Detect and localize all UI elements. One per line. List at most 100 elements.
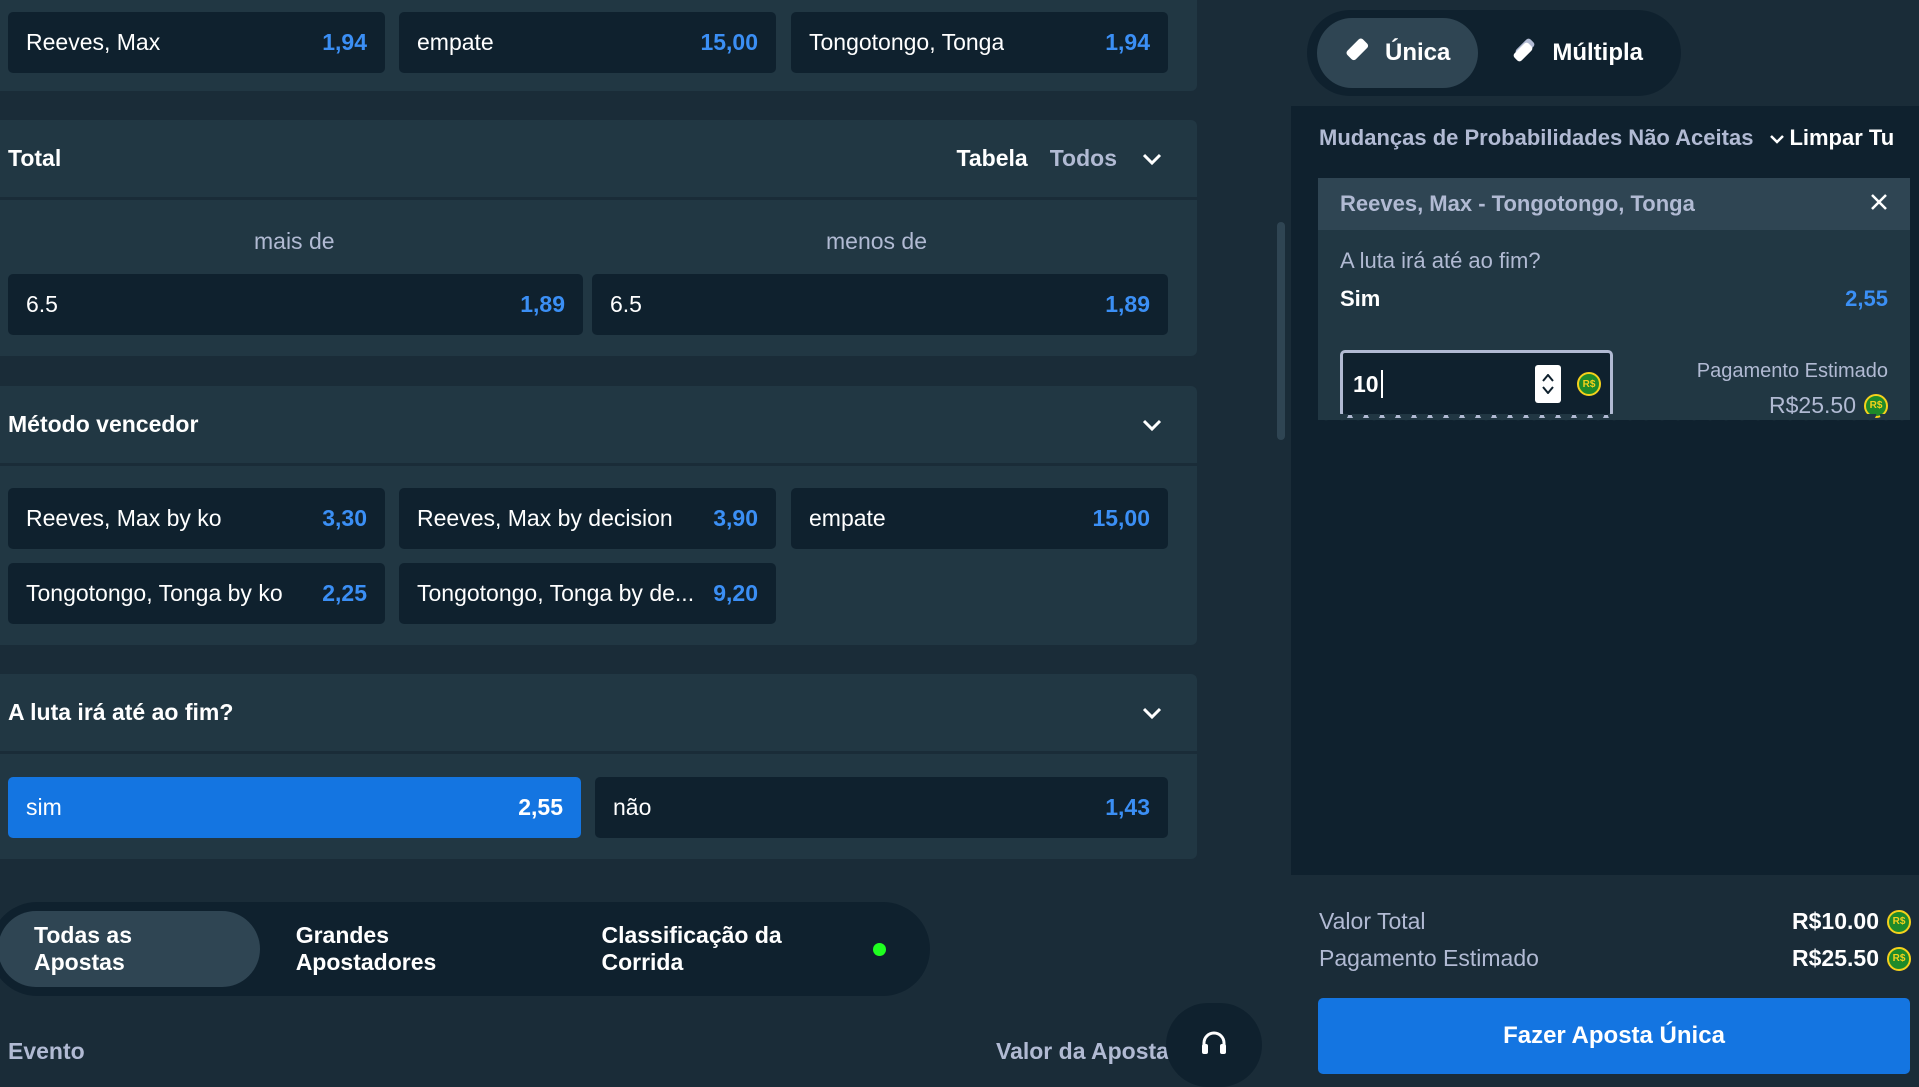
tab-single[interactable]: Única	[1317, 18, 1479, 88]
place-bet-button[interactable]: Fazer Aposta Única	[1318, 998, 1910, 1074]
odd-value: 15,00	[700, 29, 758, 55]
tab-label: Classificação da Corrida	[601, 922, 782, 975]
odd-button-method[interactable]: Reeves, Max by ko 3,30	[8, 488, 385, 549]
estimated-payout-row: Pagamento Estimado R$25.50 R$	[1319, 940, 1911, 977]
bet-event: Reeves, Max - Tongotongo, Tonga	[1340, 191, 1695, 216]
method-market-header[interactable]: Método vencedor	[0, 386, 1197, 466]
odds-change-bar: Mudanças de Probabilidades Não Aceitas L…	[1291, 106, 1919, 170]
odd-button-home[interactable]: Reeves, Max 1,94	[8, 12, 385, 73]
odd-value: 1,94	[1105, 29, 1150, 55]
bet-card: Reeves, Max - Tongotongo, Tonga A luta i…	[1318, 178, 1910, 420]
bets-feed-tabs: Todas as Apostas Grandes Apostadores Cla…	[0, 902, 930, 996]
stake-input[interactable]: 10 R$	[1340, 350, 1613, 418]
bet-odds: 2,55	[1845, 286, 1888, 311]
odd-value: 2,55	[518, 794, 563, 820]
payout-label: Pagamento Estimado	[1696, 360, 1888, 382]
bet-type-tabs: Única Múltipla	[1307, 10, 1682, 96]
market-title: A luta irá até ao fim?	[8, 699, 234, 725]
stake-stepper[interactable]	[1535, 365, 1561, 403]
tab-all-bets[interactable]: Todas as Apostas	[0, 911, 260, 987]
odd-label: empate	[809, 505, 886, 531]
odd-value: 2,25	[322, 580, 367, 606]
method-market-card: Método vencedor Reeves, Max by ko 3,30 R…	[0, 386, 1197, 645]
stake-value: 10	[1353, 370, 1379, 397]
tab-multiple[interactable]: Múltipla	[1484, 18, 1671, 88]
odd-button-no[interactable]: não 1,43	[595, 777, 1168, 838]
odds-change-setting[interactable]: Mudanças de Probabilidades Não Aceitas	[1319, 125, 1753, 151]
view-table-toggle[interactable]: Tabela	[957, 145, 1028, 172]
over-column-header: mais de	[254, 228, 335, 254]
total-market-card: Total Tabela Todos mais de menos de 6.5 …	[0, 120, 1197, 356]
estimated-payout-value: R$25.50	[1792, 945, 1879, 971]
winner-market-card: Reeves, Max 1,94 empate 15,00 Tongotongo…	[0, 0, 1197, 91]
odd-label: empate	[417, 29, 494, 55]
odd-label: Tongotongo, Tonga by ko	[26, 580, 283, 606]
headset-icon	[1199, 1028, 1229, 1063]
bet-card-header: Reeves, Max - Tongotongo, Tonga	[1318, 178, 1910, 230]
odd-value: 1,43	[1105, 794, 1150, 820]
odd-button-method[interactable]: Tongotongo, Tonga by de... 9,20	[399, 563, 776, 624]
distance-market-header[interactable]: A luta irá até ao fim?	[0, 674, 1197, 754]
odd-value: 9,20	[713, 580, 758, 606]
close-icon[interactable]	[1870, 191, 1888, 217]
tab-race-leaderboard[interactable]: Classificação da Corrida	[565, 911, 922, 987]
odd-label: 6.5	[26, 291, 58, 317]
chevron-down-icon[interactable]	[1139, 700, 1165, 726]
currency-icon: R$	[1577, 372, 1601, 396]
tab-label: Múltipla	[1552, 39, 1644, 66]
odd-button-method[interactable]: Reeves, Max by decision 3,90	[399, 488, 776, 549]
odd-button-away[interactable]: Tongotongo, Tonga 1,94	[791, 12, 1168, 73]
bet-selection: Sim	[1340, 286, 1381, 311]
event-column-header: Evento	[8, 1038, 85, 1064]
tab-label: Todas as Apostas	[34, 922, 132, 975]
odd-button-method[interactable]: empate 15,00	[791, 488, 1168, 549]
bet-selection-row: Sim 2,55	[1340, 286, 1888, 312]
odd-label: Reeves, Max by decision	[417, 505, 673, 531]
total-stake-label: Valor Total	[1319, 908, 1426, 934]
odd-label: não	[613, 794, 652, 820]
odd-button-method[interactable]: Tongotongo, Tonga by ko 2,25	[8, 563, 385, 624]
scrollbar[interactable]	[1277, 222, 1285, 440]
bet-slip-footer: Valor Total R$10.00 R$ Pagamento Estimad…	[1291, 875, 1919, 1087]
odd-label: sim	[26, 794, 62, 820]
odd-button-yes[interactable]: sim 2,55	[8, 777, 581, 838]
bet-slip-header: Única Múltipla	[1291, 0, 1919, 106]
tab-high-rollers[interactable]: Grandes Apostadores	[260, 911, 566, 987]
chevron-down-icon[interactable]	[1769, 125, 1785, 151]
bet-card-body: A luta irá até ao fim? Sim 2,55 10 R$ Pa…	[1318, 230, 1910, 420]
tickets-icon	[1512, 37, 1538, 70]
odd-button-under[interactable]: 6.5 1,89	[592, 274, 1168, 335]
total-stake-value: R$10.00	[1792, 908, 1879, 934]
under-column-header: menos de	[826, 228, 928, 254]
odd-label: Reeves, Max	[26, 29, 161, 55]
total-market-header[interactable]: Total Tabela Todos	[0, 120, 1197, 200]
odd-button-draw[interactable]: empate 15,00	[399, 12, 776, 73]
market-title: Total	[8, 145, 62, 171]
odd-label: Reeves, Max by ko	[26, 505, 222, 531]
odd-value: 15,00	[1092, 505, 1150, 531]
odd-button-over[interactable]: 6.5 1,89	[8, 274, 583, 335]
bet-slip: Única Múltipla Mudanças de Probabilidade…	[1291, 0, 1919, 1087]
ticket-icon	[1345, 37, 1371, 70]
support-button[interactable]	[1166, 1003, 1262, 1087]
odd-value: 3,30	[322, 505, 367, 531]
distance-market-card: A luta irá até ao fim? sim 2,55 não 1,43	[0, 674, 1197, 859]
odd-value: 3,90	[713, 505, 758, 531]
chevron-down-icon[interactable]	[1139, 146, 1165, 172]
odd-value: 1,89	[1105, 291, 1150, 317]
total-stake-row: Valor Total R$10.00 R$	[1319, 903, 1911, 940]
estimated-payout-label: Pagamento Estimado	[1319, 945, 1539, 971]
tab-label: Única	[1385, 39, 1451, 66]
odd-value: 1,89	[520, 291, 565, 317]
odd-label: Tongotongo, Tonga	[809, 29, 1005, 55]
live-dot-icon	[873, 942, 886, 956]
bet-market: A luta irá até ao fim?	[1340, 248, 1541, 273]
clear-all-button[interactable]: Limpar Tu	[1789, 125, 1894, 151]
currency-icon: R$	[1887, 909, 1911, 934]
tab-label: Grandes Apostadores	[295, 922, 437, 975]
chevron-down-icon[interactable]	[1139, 412, 1165, 438]
odd-value: 1,94	[322, 29, 367, 55]
bet-value-column-header: Valor da Aposta	[996, 1038, 1169, 1064]
view-all-toggle[interactable]: Todos	[1050, 145, 1117, 172]
odd-label: Tongotongo, Tonga by de...	[417, 580, 695, 606]
